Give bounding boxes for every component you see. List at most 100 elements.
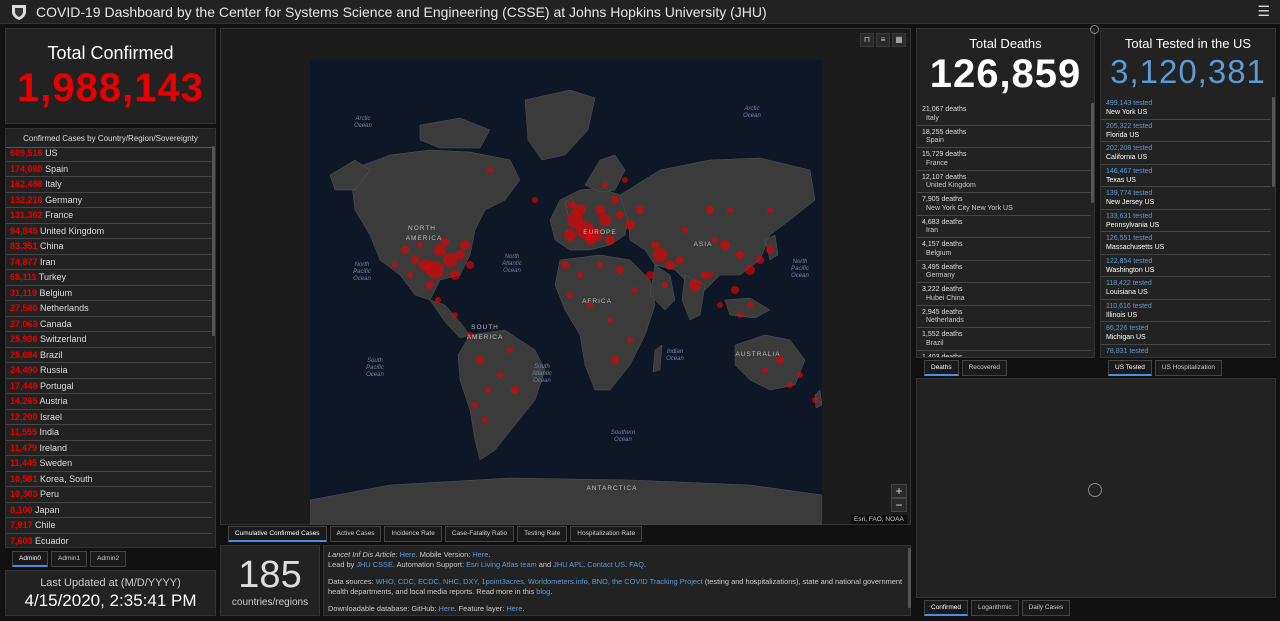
- blog-link[interactable]: blog: [536, 587, 550, 596]
- country-row[interactable]: 11,479 Ireland: [6, 441, 212, 456]
- country-row[interactable]: 27,580 Netherlands: [6, 301, 212, 317]
- faq-link[interactable]: FAQ: [629, 560, 644, 569]
- deaths-row[interactable]: 12,107 deaths United Kingdom: [917, 171, 1091, 193]
- country-count: 609,516: [10, 148, 43, 158]
- deaths-row[interactable]: 21,067 deaths Italy: [917, 103, 1091, 126]
- deaths-scrollbar[interactable]: [1091, 103, 1094, 203]
- deaths-value: 4,157 deaths: [922, 241, 963, 248]
- country-row[interactable]: 25,936 Switzerland: [6, 332, 212, 348]
- country-row[interactable]: 74,877 Iran: [6, 255, 212, 270]
- github-link[interactable]: Here: [439, 604, 455, 613]
- deaths-row[interactable]: 7,905 deaths New York City New York US: [917, 193, 1091, 216]
- country-row[interactable]: 10,591 Korea, South: [6, 472, 212, 487]
- country-row[interactable]: 162,488 Italy: [6, 177, 212, 193]
- country-row[interactable]: 10,303 Peru: [6, 487, 212, 503]
- deaths-row[interactable]: 2,945 deaths Netherlands: [917, 306, 1091, 328]
- deaths-row[interactable]: 4,683 deaths Iran: [917, 216, 1091, 238]
- tab-admin2[interactable]: Admin2: [90, 551, 127, 567]
- tested-row[interactable]: 205,322 tested Florida US: [1101, 120, 1271, 142]
- article-link[interactable]: Here: [400, 550, 416, 559]
- country-row[interactable]: 7,917 Chile: [6, 518, 212, 534]
- country-row[interactable]: 609,516 US: [6, 146, 212, 162]
- country-row[interactable]: 83,351 China: [6, 239, 212, 255]
- deaths-row[interactable]: 3,495 deaths Germany: [917, 261, 1091, 283]
- bookmark-icon[interactable]: ⊓: [860, 33, 874, 47]
- country-row[interactable]: 14,265 Austria: [6, 394, 212, 410]
- deaths-list[interactable]: 21,067 deaths Italy 18,255 deaths Spain 15,7…: [917, 103, 1091, 358]
- data-sources-link[interactable]: WHO, CDC, ECDC, NHC, DXY, 1point3acres, …: [376, 577, 703, 586]
- tested-list[interactable]: 499,143 tested New York US 205,322 tested F…: [1101, 97, 1271, 358]
- jhu-csse-link[interactable]: JHU CSSE: [356, 560, 393, 569]
- zoom-out-button[interactable]: −: [891, 498, 907, 512]
- deaths-row[interactable]: 18,255 deaths Spain: [917, 126, 1091, 148]
- country-row[interactable]: 17,448 Portugal: [6, 379, 212, 394]
- tab-logarithmic[interactable]: Logarithmic: [970, 600, 1019, 616]
- deaths-location: Italy: [926, 114, 939, 122]
- country-row[interactable]: 94,845 United Kingdom: [6, 224, 212, 239]
- deaths-row[interactable]: 1,552 deaths Brazil: [917, 328, 1091, 351]
- tab-deaths[interactable]: Deaths: [924, 360, 959, 376]
- deaths-row[interactable]: 4,157 deaths Belgium: [917, 238, 1091, 261]
- tested-row[interactable]: 118,422 tested Louisiana US: [1101, 277, 1271, 300]
- tested-row[interactable]: 78,831 testedTennessee US: [1101, 345, 1271, 358]
- tested-row[interactable]: 86,226 tested Michigan US: [1101, 322, 1271, 345]
- tab-hospitalization-rate[interactable]: Hospitalization Rate: [570, 526, 643, 542]
- menu-icon[interactable]: ☰: [1257, 3, 1270, 20]
- list-icon[interactable]: ≡: [876, 33, 890, 47]
- country-list[interactable]: 609,516 US 174,060 Spain 162,488 Italy 132,…: [6, 146, 212, 548]
- tab-admin0[interactable]: Admin0: [12, 551, 49, 567]
- tested-row[interactable]: 499,143 tested New York US: [1101, 97, 1271, 120]
- tab-us-hospitalization[interactable]: US Hospitalization: [1154, 360, 1222, 376]
- tested-row[interactable]: 133,631 tested Pennsylvania US: [1101, 210, 1271, 232]
- country-row[interactable]: 7,603 Ecuador: [6, 534, 212, 548]
- tab-daily-cases[interactable]: Daily Cases: [1021, 600, 1071, 616]
- tab-cumulative-confirmed[interactable]: Cumulative Confirmed Cases: [228, 526, 327, 542]
- tested-location: Florida US: [1106, 131, 1140, 139]
- country-name: France: [45, 210, 74, 220]
- jhu-apl-link[interactable]: JHU APL: [553, 560, 583, 569]
- country-row[interactable]: 11,555 India: [6, 425, 212, 441]
- deaths-row[interactable]: 1,403 deaths: [917, 351, 1091, 358]
- contact-link[interactable]: Contact US: [587, 560, 625, 569]
- tested-row[interactable]: 146,467 tested Texas US: [1101, 165, 1271, 187]
- grid-icon[interactable]: ▦: [892, 33, 906, 47]
- country-row[interactable]: 8,100 Japan: [6, 503, 212, 518]
- country-name: Iran: [40, 256, 56, 267]
- country-list-scrollbar[interactable]: [212, 146, 215, 336]
- tested-row[interactable]: 139,774 tested New Jersey US: [1101, 187, 1271, 210]
- zoom-in-button[interactable]: +: [891, 484, 907, 498]
- tested-row[interactable]: 202,208 tested California US: [1101, 142, 1271, 165]
- tab-case-fatality[interactable]: Case-Fatality Ratio: [444, 526, 515, 542]
- country-row[interactable]: 132,210 Germany: [6, 193, 212, 208]
- mobile-version-link[interactable]: Here: [472, 550, 488, 559]
- tested-row[interactable]: 122,854 tested Washington US: [1101, 255, 1271, 277]
- info-scrollbar[interactable]: [908, 548, 911, 608]
- tab-admin1[interactable]: Admin1: [51, 551, 88, 567]
- tab-confirmed-chart[interactable]: Confirmed: [924, 600, 968, 616]
- esri-link[interactable]: Esri Living Atlas team: [466, 560, 537, 569]
- tested-row[interactable]: 110,616 tested Illinois US: [1101, 300, 1271, 322]
- world-map[interactable]: Arctic Ocean Arctic Ocean North Atlantic Oce…: [310, 60, 822, 525]
- tested-scrollbar[interactable]: [1272, 97, 1275, 187]
- tab-incidence-rate[interactable]: Incidence Rate: [384, 526, 442, 542]
- feature-layer-link[interactable]: Here: [506, 604, 522, 613]
- country-row[interactable]: 27,063 Canada: [6, 317, 212, 332]
- country-row[interactable]: 131,362 France: [6, 208, 212, 224]
- expand-icon[interactable]: [1090, 25, 1099, 34]
- country-row[interactable]: 25,684 Brazil: [6, 348, 212, 363]
- tab-us-tested[interactable]: US Tested: [1108, 360, 1152, 376]
- tested-row[interactable]: 126,551 tested Massachusetts US: [1101, 232, 1271, 255]
- country-row[interactable]: 65,111 Turkey: [6, 270, 212, 286]
- tab-recovered[interactable]: Recovered: [961, 360, 1008, 376]
- deaths-row[interactable]: 15,729 deaths France: [917, 148, 1091, 171]
- tab-active-cases[interactable]: Active Cases: [329, 526, 382, 542]
- deaths-row[interactable]: 3,222 deaths Hubei China: [917, 283, 1091, 306]
- country-row[interactable]: 31,119 Belgium: [6, 286, 212, 301]
- country-row[interactable]: 12,200 Israel: [6, 410, 212, 425]
- deaths-value: 2,945 deaths: [922, 308, 963, 316]
- country-row[interactable]: 11,445 Sweden: [6, 456, 212, 472]
- case-bubble: [636, 206, 644, 214]
- tab-testing-rate[interactable]: Testing Rate: [517, 526, 568, 542]
- country-row[interactable]: 174,060 Spain: [6, 162, 212, 177]
- country-row[interactable]: 24,490 Russia: [6, 363, 212, 379]
